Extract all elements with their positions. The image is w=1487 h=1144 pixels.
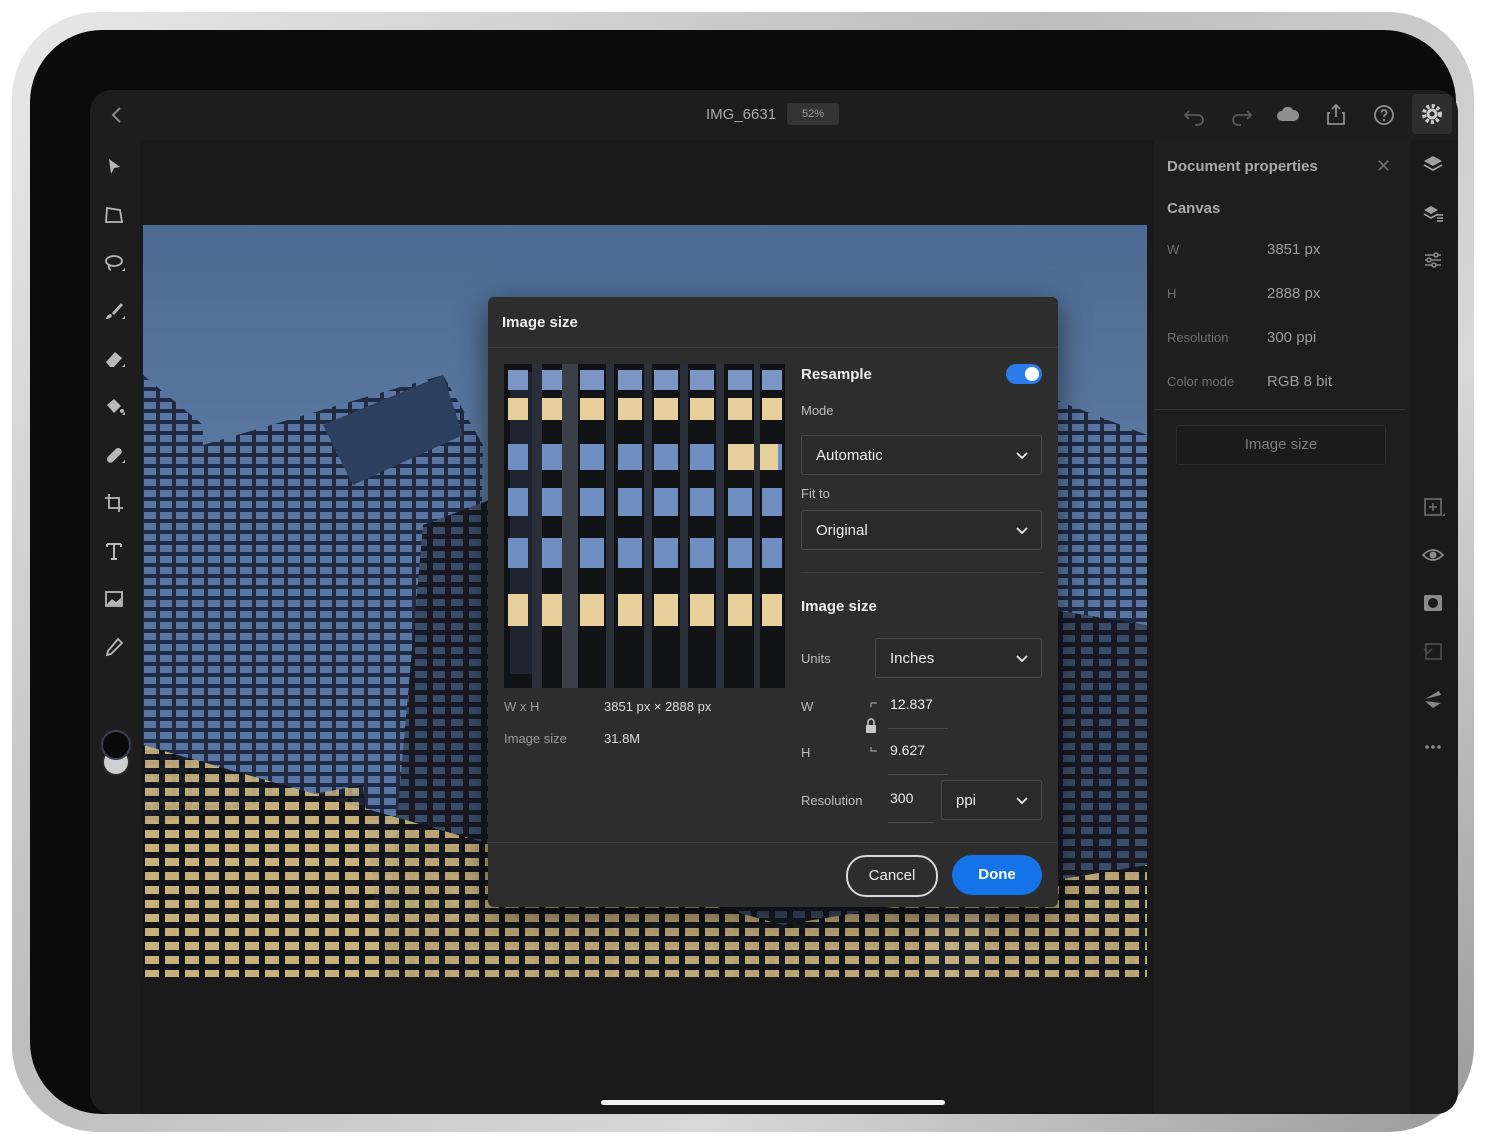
height-label: H xyxy=(801,745,811,760)
resolution-input[interactable]: 300 xyxy=(888,790,934,823)
resolution-value: 300 xyxy=(890,790,914,806)
crop-icon[interactable] xyxy=(102,491,128,517)
info-label: W x H xyxy=(504,699,540,714)
resample-label: Resample xyxy=(801,366,872,383)
prop-value: 2888 px xyxy=(1267,285,1321,302)
eraser-icon[interactable] xyxy=(102,347,128,373)
chevron-down-icon xyxy=(1015,523,1029,537)
eyedropper-icon[interactable] xyxy=(102,635,128,661)
image-size-dialog: Image size W x H 3851 px × 2888 px Image… xyxy=(488,297,1058,907)
select-icon[interactable] xyxy=(102,155,128,181)
fit-to-value: Original xyxy=(816,522,868,539)
fit-to-dropdown[interactable]: Original xyxy=(801,510,1042,550)
divider xyxy=(1154,409,1406,410)
cancel-button[interactable]: Cancel xyxy=(846,855,938,897)
resolution-unit-dropdown[interactable]: ppi xyxy=(941,780,1042,820)
resolution-unit-value: ppi xyxy=(956,792,977,809)
more-icon[interactable] xyxy=(1421,735,1447,761)
right-rail xyxy=(1410,140,1458,1114)
healing-icon[interactable] xyxy=(102,443,128,469)
foreground-color-swatch[interactable] xyxy=(101,730,131,760)
top-bar: IMG_6631 52% xyxy=(90,90,1458,140)
prop-label: Resolution xyxy=(1167,330,1229,345)
settings-icon[interactable] xyxy=(1412,94,1452,134)
layer-properties-icon[interactable] xyxy=(1421,200,1447,226)
undo-icon[interactable] xyxy=(1181,102,1207,128)
ipad-frame: IMG_6631 52% Document properties ✕ Canva… xyxy=(12,12,1474,1132)
share-icon[interactable] xyxy=(1323,102,1349,128)
prop-value: 3851 px xyxy=(1267,241,1321,258)
chevron-down-icon xyxy=(1015,651,1029,665)
app-screen: IMG_6631 52% Document properties ✕ Canva… xyxy=(90,90,1458,1114)
units-value: Inches xyxy=(890,650,935,667)
place-image-icon[interactable] xyxy=(102,587,128,613)
clip-icon[interactable] xyxy=(1421,639,1447,665)
info-value: 31.8M xyxy=(604,731,641,746)
brush-icon[interactable] xyxy=(102,299,128,325)
tools-bar xyxy=(90,140,140,1114)
add-layer-icon[interactable] xyxy=(1421,495,1447,521)
back-icon[interactable] xyxy=(104,102,130,128)
mask-icon[interactable] xyxy=(1421,591,1447,617)
mode-label: Mode xyxy=(801,403,834,418)
close-icon[interactable]: ✕ xyxy=(1376,156,1391,177)
prop-height: H 2888 px xyxy=(1167,285,1397,306)
divider xyxy=(488,842,1058,843)
transform-icon[interactable] xyxy=(102,203,128,229)
mode-dropdown[interactable]: Automatic xyxy=(801,435,1042,475)
height-input[interactable]: 9.627 xyxy=(888,742,948,775)
mode-value: Automatic xyxy=(816,447,883,464)
fit-to-label: Fit to xyxy=(801,486,830,501)
lasso-icon[interactable] xyxy=(102,251,128,277)
image-preview xyxy=(504,364,785,688)
units-dropdown[interactable]: Inches xyxy=(875,638,1042,678)
cloud-icon[interactable] xyxy=(1275,102,1301,128)
prop-label: Color mode xyxy=(1167,374,1235,389)
document-properties-panel: Document properties ✕ Canvas W 3851 px H… xyxy=(1154,140,1410,1114)
canvas-section-label: Canvas xyxy=(1167,200,1221,217)
home-indicator[interactable] xyxy=(601,1100,945,1105)
units-label: Units xyxy=(801,651,831,666)
visibility-icon[interactable] xyxy=(1421,543,1447,569)
height-value: 9.627 xyxy=(890,742,926,758)
prop-label: H xyxy=(1167,286,1177,301)
panel-title: Document properties xyxy=(1167,158,1318,175)
fx-icon[interactable] xyxy=(1421,687,1447,713)
prop-width: W 3851 px xyxy=(1167,241,1397,262)
layers-icon[interactable] xyxy=(1421,152,1447,178)
image-size-section-title: Image size xyxy=(801,598,877,615)
width-label: W xyxy=(801,699,814,714)
width-value: 12.837 xyxy=(890,696,933,712)
dialog-title: Image size xyxy=(502,314,578,331)
info-value: 3851 px × 2888 px xyxy=(604,699,712,714)
chevron-down-icon xyxy=(1015,448,1029,462)
info-label: Image size xyxy=(504,731,567,746)
resample-toggle[interactable] xyxy=(1006,364,1042,384)
fill-icon[interactable] xyxy=(102,395,128,421)
prop-label: W xyxy=(1167,242,1180,257)
bezel: IMG_6631 52% Document properties ✕ Canva… xyxy=(30,30,1458,1114)
prop-value: 300 ppi xyxy=(1267,329,1317,346)
prop-resolution: Resolution 300 ppi xyxy=(1167,329,1397,350)
divider xyxy=(488,347,1058,348)
image-size-button[interactable]: Image size xyxy=(1176,425,1386,465)
lock-icon[interactable] xyxy=(863,701,879,753)
resolution-label: Resolution xyxy=(801,793,863,808)
prop-color-mode: Color mode RGB 8 bit xyxy=(1167,373,1397,394)
prop-value: RGB 8 bit xyxy=(1267,373,1333,390)
width-input[interactable]: 12.837 xyxy=(888,696,948,729)
document-title[interactable]: IMG_6631 xyxy=(706,106,776,123)
zoom-level[interactable]: 52% xyxy=(787,103,839,125)
done-button[interactable]: Done xyxy=(952,855,1042,895)
adjustments-icon[interactable] xyxy=(1421,248,1447,274)
help-icon[interactable] xyxy=(1371,102,1397,128)
chevron-down-icon xyxy=(1015,793,1029,807)
toggle-knob xyxy=(1025,367,1039,381)
type-icon[interactable] xyxy=(102,539,128,565)
divider xyxy=(801,572,1044,573)
redo-icon[interactable] xyxy=(1229,102,1255,128)
